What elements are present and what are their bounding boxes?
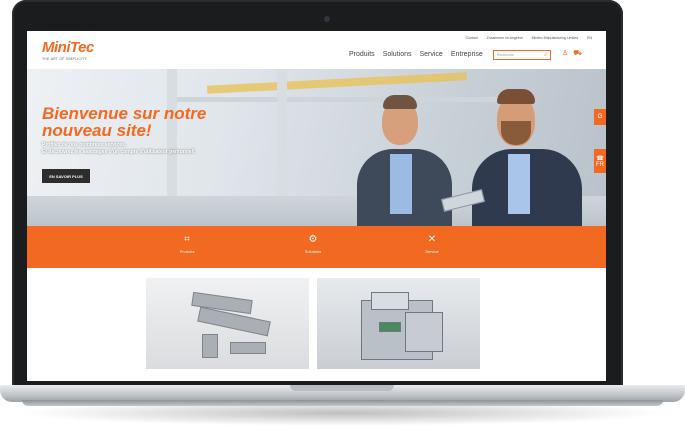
search-placeholder: Recherche — [497, 53, 514, 57]
user-icon[interactable]: ♙ — [562, 49, 568, 58]
hero-banner: Bienvenue sur notre nouveau site! Profit… — [27, 69, 606, 226]
offer-link[interactable]: Zusammen im Angebot — [487, 36, 523, 40]
camera-dot — [324, 16, 330, 22]
header-icons: ♙ ⛟ — [562, 49, 582, 58]
search-input[interactable]: Recherche ⌕ — [493, 50, 551, 60]
feature-label: Produits — [179, 249, 195, 254]
search-icon[interactable]: ⌕ — [544, 52, 547, 58]
hero-subtitle-line1: Profitez de nos nombreux services. — [42, 142, 127, 148]
phone-tab-lang: FR — [596, 161, 604, 168]
site-header: MiniTec THE ART OF SIMPLICITY Contact Zu… — [27, 31, 606, 69]
nav-item-service[interactable]: Service — [419, 51, 442, 58]
nav-item-solutions[interactable]: Solutions — [383, 51, 412, 58]
person-right-hair — [497, 89, 535, 104]
profile-image-part — [230, 342, 266, 354]
feature-solutions[interactable]: ⚙ Solutions — [283, 234, 343, 254]
machine-image-module — [405, 312, 443, 352]
content-section — [27, 268, 606, 381]
feature-produits[interactable]: ⌗ Produits — [157, 234, 217, 254]
phone-tab[interactable]: ☎ FR — [594, 149, 606, 173]
hero-title: Bienvenue sur notre nouveau site! — [42, 104, 207, 140]
person-right-shirt — [508, 154, 530, 214]
feature-label: Service — [425, 249, 439, 254]
tools-icon: ✕ — [427, 234, 437, 245]
brand-logo[interactable]: MiniTec THE ART OF SIMPLICITY — [42, 39, 94, 61]
person-left-shirt — [390, 154, 412, 214]
machine-image-detail — [379, 322, 401, 332]
brand-tagline: THE ART OF SIMPLICITY — [42, 57, 88, 61]
utility-bar: Contact Zusammen im Angebot Minitec Manu… — [466, 36, 592, 40]
feature-label: Solutions — [304, 249, 322, 254]
learn-more-button[interactable]: EN SAVOIR PLUS — [42, 169, 90, 183]
nav-item-entreprise[interactable]: Entreprise — [451, 51, 483, 58]
gears-icon: ⚙ — [308, 234, 318, 245]
machine-image-top — [371, 292, 409, 310]
nav-item-produits[interactable]: Produits — [349, 51, 375, 58]
laptop-notch — [290, 385, 394, 391]
contact-link[interactable]: Contact — [466, 36, 478, 40]
laptop-screen: MiniTec THE ART OF SIMPLICITY Contact Zu… — [27, 31, 606, 381]
language-switcher[interactable]: EN — [587, 36, 592, 40]
hero-subtitle-line2: Et découvrez les avantages d'un compte d… — [42, 149, 195, 155]
card-solutions[interactable] — [317, 278, 480, 369]
grid-icon: ⌗ — [184, 234, 190, 245]
card-produits[interactable] — [146, 278, 309, 369]
company-link[interactable]: Minitec Manufacturing Limited — [532, 36, 579, 40]
profile-image-part — [202, 334, 218, 358]
hero-crane-beam — [206, 72, 468, 94]
person-left-hair — [383, 95, 417, 109]
hero-subtitle: Profitez de nos nombreux services. Et dé… — [42, 142, 262, 156]
laptop-foot — [22, 400, 663, 406]
feature-service[interactable]: ✕ Service — [402, 234, 462, 254]
hero-rail — [177, 97, 507, 102]
phone-icon: ☎ — [596, 155, 604, 162]
share-tab[interactable]: G — [594, 109, 606, 125]
cart-icon[interactable]: ⛟ — [573, 49, 582, 58]
brand-name: MiniTec — [42, 39, 94, 56]
feature-bar: ⌗ Produits ⚙ Solutions ✕ Service — [27, 226, 606, 268]
main-nav: Produits Solutions Service Entreprise — [349, 51, 483, 58]
